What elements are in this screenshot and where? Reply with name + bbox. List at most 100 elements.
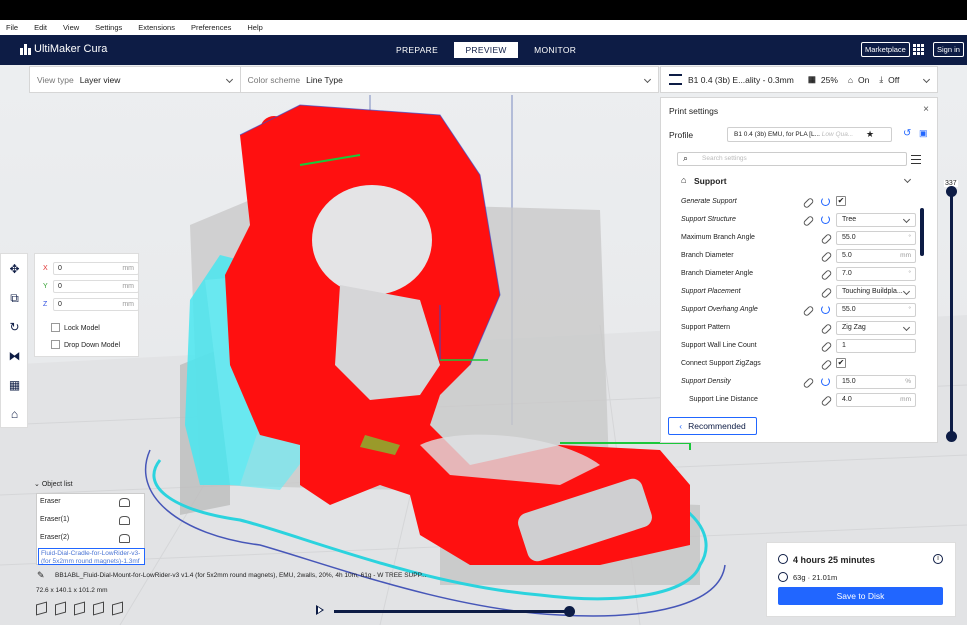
setting-row: Support Placement Touching Buildpla... [681, 284, 917, 302]
link-icon [820, 286, 833, 300]
color-scheme-select[interactable]: Color scheme Line Type [241, 67, 658, 92]
setting-input[interactable]: 5.0 mm [836, 249, 916, 263]
apps-grid-icon[interactable] [913, 44, 924, 55]
move-tool-icon[interactable]: ✥ [7, 262, 22, 277]
print-settings-title: Print settings [669, 106, 719, 116]
menu-file[interactable]: File [6, 23, 18, 32]
camera-view-buttons [36, 601, 131, 616]
search-settings-input[interactable]: Search settings [677, 152, 907, 166]
profile-quality: Low Qua... [821, 131, 854, 138]
menu-extensions[interactable]: Extensions [138, 23, 175, 32]
menu-view[interactable]: View [63, 23, 79, 32]
setting-input[interactable]: 7.0 ° [836, 267, 916, 281]
settings-scrollbar[interactable] [920, 208, 924, 256]
setting-select[interactable]: Zig Zag [836, 321, 916, 335]
app-name: UltiMaker Cura [34, 43, 108, 55]
print-setup-selector[interactable]: B1 0.4 (3b) E...ality - 0.3mm ▦ 25% ⌂ On… [660, 66, 938, 93]
mirror-tool-icon[interactable]: ⧓ [7, 349, 22, 364]
lock-model-checkbox[interactable]: Lock Model [51, 323, 100, 332]
app-header: UltiMaker Cura PREPARE PREVIEW MONITOR M… [0, 35, 967, 65]
y-position-input[interactable]: 0 mm [53, 280, 139, 293]
reset-icon[interactable] [821, 305, 830, 314]
right-view-icon[interactable] [112, 601, 123, 616]
view-type-select[interactable]: View type Layer view [30, 67, 241, 92]
front-view-icon[interactable] [55, 601, 66, 616]
sign-in-button[interactable]: Sign in [933, 42, 964, 57]
list-item[interactable]: Eraser [40, 498, 61, 505]
menu-preferences[interactable]: Preferences [191, 23, 231, 32]
scale-tool-icon[interactable]: ⧉ [7, 291, 22, 306]
adhesion-value: Off [888, 74, 900, 85]
setting-input[interactable]: 15.0% [836, 375, 916, 389]
menu-help[interactable]: Help [247, 23, 262, 32]
tab-preview[interactable]: PREVIEW [454, 42, 519, 58]
tab-monitor[interactable]: MONITOR [524, 42, 586, 58]
drop-down-model-checkbox[interactable]: Drop Down Model [51, 340, 120, 349]
path-slider-handle[interactable] [564, 606, 575, 617]
reset-icon[interactable] [821, 197, 830, 206]
setting-input[interactable]: 55.0 ° [836, 231, 916, 245]
link-icon [820, 340, 833, 354]
setting-unit: % [905, 378, 911, 385]
x-position-input[interactable]: 0 mm [53, 262, 139, 275]
recommended-button[interactable]: ‹ Recommended [668, 417, 757, 435]
chevron-left-icon: ‹ [679, 421, 683, 431]
layer-slider-bottom-handle[interactable] [946, 431, 957, 442]
sliders-icon [669, 74, 682, 85]
list-item-selected[interactable]: Fluid-Dial-Cradle-for-LowRider-v3-(for 5… [38, 548, 145, 565]
setting-row: Support Overhang Angle 55.0 ° [681, 302, 917, 320]
setting-input[interactable]: 4.0 mm [836, 393, 916, 407]
menu-edit[interactable]: Edit [34, 23, 47, 32]
tab-prepare[interactable]: PREPARE [386, 42, 448, 58]
reset-icon[interactable] [821, 377, 830, 386]
object-list-toggle[interactable]: ⌄ Object list [34, 480, 73, 488]
top-view-icon[interactable] [74, 601, 85, 616]
setting-select[interactable]: Tree [836, 213, 916, 227]
list-item[interactable]: Eraser(2) [40, 534, 69, 541]
material-spool-icon [778, 572, 788, 582]
info-icon[interactable]: i [933, 554, 943, 564]
marketplace-button[interactable]: Marketplace [861, 42, 910, 57]
edit-name-icon[interactable]: ✎ [37, 570, 45, 581]
save-profile-icon[interactable]: ▣ [919, 128, 928, 139]
setting-label: Support Placement [681, 288, 741, 295]
setting-value: 4.0 [842, 396, 852, 403]
setting-input[interactable]: 55.0 ° [836, 303, 916, 317]
setting-value: 15.0 [842, 378, 856, 385]
link-icon [820, 322, 833, 336]
settings-menu-icon[interactable] [911, 155, 921, 164]
link-icon [802, 214, 815, 228]
menu-settings[interactable]: Settings [95, 23, 122, 32]
setting-select[interactable]: Touching Buildpla... [836, 285, 916, 299]
rotate-tool-icon[interactable]: ↻ [7, 320, 22, 335]
setting-value: 5.0 [842, 252, 852, 259]
ultimaker-logo-icon [20, 43, 31, 55]
save-to-disk-button[interactable]: Save to Disk [778, 587, 943, 605]
layer-slider[interactable] [950, 190, 953, 436]
section-support[interactable]: Support [694, 176, 727, 186]
reset-profile-icon[interactable]: ↺ [903, 128, 911, 139]
setting-checkbox[interactable]: ✔ [836, 358, 846, 368]
chevron-up-icon[interactable] [903, 175, 912, 184]
path-slider[interactable] [334, 610, 570, 613]
play-icon[interactable] [316, 605, 324, 615]
per-model-settings-icon[interactable]: ▦ [7, 378, 22, 393]
support-blocker-icon[interactable]: ⌂ [7, 407, 22, 422]
window-top-bar [0, 0, 967, 20]
3d-view-icon[interactable] [36, 601, 47, 616]
z-axis-label: Z [43, 301, 48, 308]
view-type-label: View type [37, 74, 74, 85]
reset-icon[interactable] [821, 215, 830, 224]
setting-row: Support Wall Line Count 1 [681, 338, 917, 356]
z-position-input[interactable]: 0 mm [53, 298, 139, 311]
close-icon[interactable]: × [923, 104, 929, 115]
left-view-icon[interactable] [93, 601, 104, 616]
setting-unit: ° [908, 270, 911, 277]
list-item[interactable]: Eraser(1) [40, 516, 69, 523]
chevron-down-icon [902, 287, 911, 296]
layer-slider-top-handle[interactable] [946, 186, 957, 197]
star-icon[interactable]: ★ [866, 129, 874, 140]
setting-checkbox[interactable]: ✔ [836, 196, 846, 206]
stage-tabs: PREPARE PREVIEW MONITOR [386, 42, 592, 58]
setting-input[interactable]: 1 [836, 339, 916, 353]
